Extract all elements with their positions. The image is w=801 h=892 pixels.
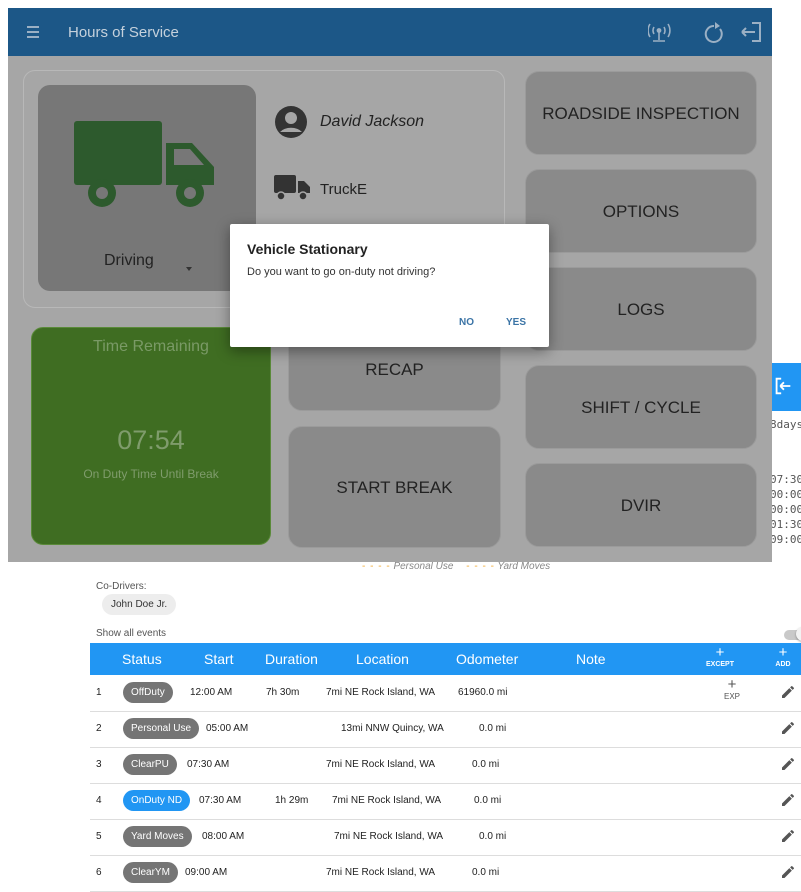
vehicle-icon [273, 173, 311, 203]
status-chip[interactable]: ClearPU [123, 754, 177, 775]
logout-icon[interactable] [741, 22, 761, 42]
logs-button[interactable]: LOGS [525, 267, 757, 351]
plus-icon: + [778, 644, 788, 661]
cycle-days-label: 8days [770, 418, 801, 431]
edit-pencil-icon[interactable] [780, 720, 796, 736]
yes-button[interactable]: YES [506, 317, 526, 328]
summary-value: 00:00 [770, 503, 801, 516]
summary-value: 07:30 [770, 473, 801, 486]
table-row[interactable]: 5 Yard Moves 08:00 AM 7mi NE Rock Island… [90, 819, 801, 856]
show-all-events-label: Show all events [96, 628, 167, 639]
status-chip[interactable]: Yard Moves [123, 826, 192, 847]
col-odometer: Odometer [456, 651, 519, 667]
add-exception-row-button[interactable]: + EXP [724, 676, 740, 702]
dvir-button[interactable]: DVIR [525, 463, 757, 547]
connection-icon[interactable] [647, 23, 671, 42]
co-driver-chip[interactable]: John Doe Jr. [102, 594, 177, 615]
co-drivers-label: Co-Drivers: [96, 581, 147, 592]
roadside-inspection-button[interactable]: ROADSIDE INSPECTION [525, 71, 757, 155]
table-row[interactable]: 1 OffDuty 12:00 AM 7h 30m 7mi NE Rock Is… [90, 675, 801, 712]
chevron-down-icon[interactable] [186, 259, 192, 271]
status-chip[interactable]: Personal Use [123, 718, 200, 739]
app-title: Hours of Service [68, 24, 179, 41]
options-button[interactable]: OPTIONS [525, 169, 757, 253]
edit-pencil-icon[interactable] [780, 828, 796, 844]
refresh-icon[interactable] [704, 22, 723, 43]
legend-personal-use: Personal Use [393, 561, 454, 572]
col-note: Note [576, 651, 606, 667]
add-event-button[interactable]: + ADD [763, 644, 801, 670]
start-break-button[interactable]: START BREAK [288, 426, 501, 548]
chart-legend: - - - - Personal Use - - - - Yard Moves [362, 561, 550, 572]
table-row[interactable]: 6 ClearYM 09:00 AM 7mi NE Rock Island, W… [90, 855, 801, 892]
status-chip[interactable]: OnDuty ND [123, 790, 191, 811]
status-chip[interactable]: ClearYM [123, 862, 178, 883]
truck-icon [72, 115, 222, 215]
legend-yard-moves: Yard Moves [497, 561, 551, 572]
edit-pencil-icon[interactable] [780, 792, 796, 808]
time-remaining-value: 07:54 [117, 425, 185, 455]
col-start: Start [204, 651, 234, 667]
add-exception-button[interactable]: + EXCEPT [700, 644, 740, 670]
col-location: Location [356, 651, 409, 667]
summary-value: 01:30 [770, 518, 801, 531]
plus-icon: + [727, 676, 737, 693]
driver-name: David Jackson [320, 113, 425, 130]
logout-icon[interactable] [770, 375, 796, 401]
edit-pencil-icon[interactable] [780, 756, 796, 772]
edit-pencil-icon[interactable] [780, 864, 796, 880]
edit-pencil-icon[interactable] [780, 684, 796, 700]
status-chip[interactable]: OffDuty [123, 682, 173, 703]
time-remaining-caption: On Duty Time Until Break [83, 467, 219, 481]
menu-icon[interactable] [24, 21, 46, 43]
col-duration: Duration [265, 651, 318, 667]
dashboard-screen: Hours of Service Driving David Jackson T… [8, 8, 772, 562]
dialog-title: Vehicle Stationary [247, 241, 368, 257]
no-button[interactable]: NO [459, 317, 474, 328]
dialog-message: Do you want to go on-duty not driving? [247, 266, 436, 278]
table-row[interactable]: 4 OnDuty ND 07:30 AM 1h 29m 7mi NE Rock … [90, 783, 801, 820]
vehicle-name: TruckE [320, 181, 367, 198]
personal-use-swatch: - - - - [362, 561, 391, 572]
table-row[interactable]: 2 Personal Use 05:00 AM 13mi NNW Quincy,… [90, 711, 801, 748]
yard-moves-swatch: - - - - [466, 561, 495, 572]
summary-value: 09:00 [770, 533, 801, 546]
duty-status-label[interactable]: Driving [104, 252, 154, 270]
shift-cycle-button[interactable]: SHIFT / CYCLE [525, 365, 757, 449]
col-status: Status [122, 651, 162, 667]
table-row[interactable]: 3 ClearPU 07:30 AM 7mi NE Rock Island, W… [90, 747, 801, 784]
avatar-icon [275, 106, 307, 138]
vehicle-stationary-dialog: Vehicle Stationary Do you want to go on-… [230, 224, 549, 347]
plus-icon: + [715, 644, 725, 661]
app-bar-actions [647, 20, 763, 44]
summary-value: 00:00 [770, 488, 801, 501]
events-table-header: Status Start Duration Location Odometer … [90, 643, 801, 675]
